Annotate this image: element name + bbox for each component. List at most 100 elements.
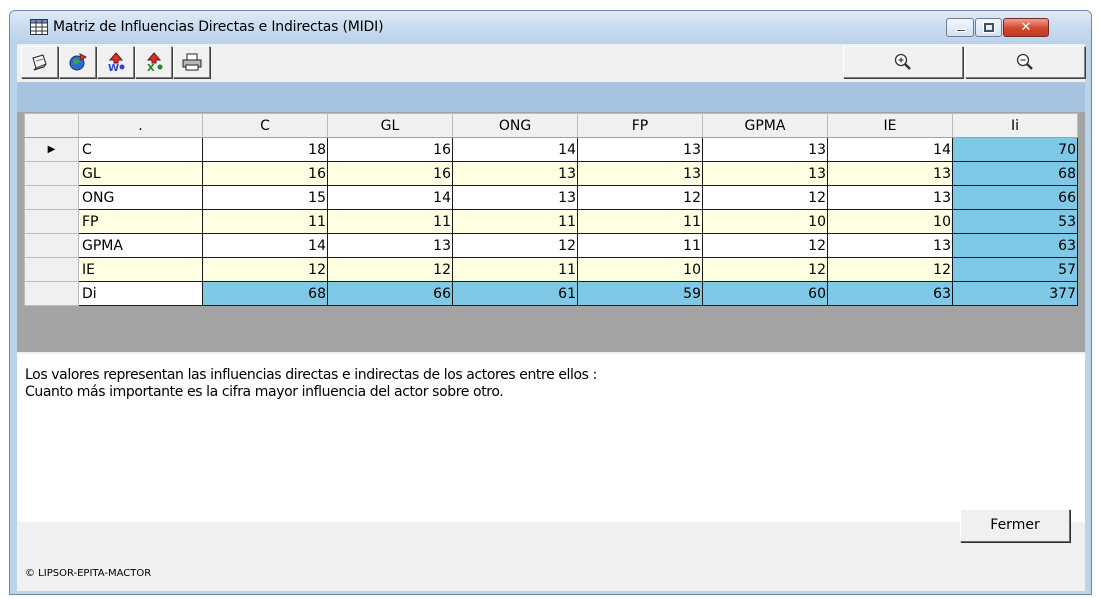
midi-window: Matriz de Influencias Directas e Indirec… [9, 10, 1092, 595]
matrix-value-cell[interactable]: 16 [327, 161, 453, 186]
matrix-value-cell[interactable]: 13 [702, 161, 828, 186]
matrix-value-cell[interactable]: 12 [452, 233, 578, 258]
matrix-value-cell[interactable]: 10 [827, 209, 953, 234]
matrix-value-cell[interactable]: 14 [827, 137, 953, 162]
matrix-value-cell[interactable]: 14 [202, 233, 328, 258]
matrix-value-cell[interactable]: 18 [202, 137, 328, 162]
matrix-value-cell[interactable]: 12 [577, 185, 703, 210]
totals-row[interactable]: Di 68 66 61 59 60 63 377 [24, 281, 1078, 306]
row-selector[interactable] [24, 209, 79, 234]
zoom-in-button[interactable] [843, 46, 963, 78]
zoom-out-button[interactable] [965, 46, 1085, 78]
column-header-ii[interactable]: Ii [952, 113, 1078, 138]
matrix-value-cell[interactable]: 12 [702, 257, 828, 282]
row-selector[interactable]: ▶ [24, 137, 79, 162]
print-icon [182, 53, 201, 71]
matrix-value-cell[interactable]: 13 [577, 161, 703, 186]
ii-total-cell[interactable]: 66 [952, 185, 1078, 210]
row-selector[interactable] [24, 233, 79, 258]
matrix-value-cell[interactable]: 15 [202, 185, 328, 210]
minimize-button[interactable] [946, 18, 974, 37]
column-header-ong[interactable]: ONG [452, 113, 578, 138]
table-row[interactable]: ▶ C 18 16 14 13 13 14 70 [24, 137, 1078, 162]
row-actor-name[interactable]: IE [78, 257, 203, 282]
di-total-cell[interactable]: 63 [827, 281, 953, 306]
di-total-cell[interactable]: 60 [702, 281, 828, 306]
row-actor-name[interactable]: FP [78, 209, 203, 234]
matrix-value-cell[interactable]: 11 [452, 209, 578, 234]
table-row[interactable]: IE 12 12 11 10 12 12 57 [24, 257, 1078, 282]
table-row[interactable]: FP 11 11 11 11 10 10 53 [24, 209, 1078, 234]
row-selector[interactable] [24, 185, 79, 210]
row-actor-name[interactable]: GPMA [78, 233, 203, 258]
matrix-value-cell[interactable]: 13 [327, 233, 453, 258]
description-line-1: Los valores representan las influencias … [25, 367, 597, 383]
matrix-value-cell[interactable]: 16 [202, 161, 328, 186]
row-actor-name[interactable]: Di [78, 281, 203, 306]
ii-total-cell[interactable]: 68 [952, 161, 1078, 186]
column-header-c[interactable]: C [202, 113, 328, 138]
column-header-ie[interactable]: IE [827, 113, 953, 138]
rank-down-button[interactable]: X [135, 46, 172, 78]
matrix-value-cell[interactable]: 14 [327, 185, 453, 210]
copy-icon [31, 54, 47, 71]
ii-total-cell[interactable]: 70 [952, 137, 1078, 162]
row-actor-name[interactable]: C [78, 137, 203, 162]
column-header-gpma[interactable]: GPMA [702, 113, 828, 138]
matrix-value-cell[interactable]: 11 [577, 233, 703, 258]
export-button[interactable] [59, 46, 96, 78]
midi-matrix-table[interactable]: . C GL ONG FP GPMA IE Ii ▶ C 18 16 14 13 13 14 7… [24, 113, 1078, 306]
matrix-value-cell[interactable]: 13 [452, 185, 578, 210]
matrix-value-cell[interactable]: 13 [702, 137, 828, 162]
column-header-actor[interactable]: . [78, 113, 203, 138]
matrix-value-cell[interactable]: 13 [827, 161, 953, 186]
close-window-button[interactable]: ✕ [1003, 18, 1049, 37]
ii-total-cell[interactable]: 63 [952, 233, 1078, 258]
row-actor-name[interactable]: ONG [78, 185, 203, 210]
grand-total-cell[interactable]: 377 [952, 281, 1078, 306]
matrix-value-cell[interactable]: 12 [327, 257, 453, 282]
description-line-2: Cuanto más importante es la cifra mayor … [25, 384, 504, 400]
matrix-value-cell[interactable]: 11 [452, 257, 578, 282]
copy-button[interactable] [21, 46, 58, 78]
row-selector[interactable] [24, 281, 79, 306]
ii-total-cell[interactable]: 57 [952, 257, 1078, 282]
row-actor-name[interactable]: GL [78, 161, 203, 186]
title-bar[interactable]: Matriz de Influencias Directas e Indirec… [10, 11, 1091, 44]
di-total-cell[interactable]: 68 [202, 281, 328, 306]
matrix-value-cell[interactable]: 13 [827, 185, 953, 210]
zoom-out-icon [1016, 53, 1033, 70]
matrix-value-cell[interactable]: 14 [452, 137, 578, 162]
table-row[interactable]: GL 16 16 13 13 13 13 68 [24, 161, 1078, 186]
fermer-button[interactable]: Fermer [960, 509, 1070, 542]
column-header-fp[interactable]: FP [577, 113, 703, 138]
matrix-value-cell[interactable]: 10 [702, 209, 828, 234]
matrix-value-cell[interactable]: 12 [702, 185, 828, 210]
di-total-cell[interactable]: 66 [327, 281, 453, 306]
column-header-gl[interactable]: GL [327, 113, 453, 138]
matrix-value-cell[interactable]: 11 [327, 209, 453, 234]
matrix-value-cell[interactable]: 13 [827, 233, 953, 258]
matrix-value-cell[interactable]: 11 [577, 209, 703, 234]
matrix-value-cell[interactable]: 16 [327, 137, 453, 162]
print-button[interactable] [173, 46, 210, 78]
row-selector[interactable] [24, 161, 79, 186]
rank-up-button[interactable]: W [97, 46, 134, 78]
matrix-value-cell[interactable]: 12 [827, 257, 953, 282]
row-selector[interactable] [24, 257, 79, 282]
di-total-cell[interactable]: 59 [577, 281, 703, 306]
matrix-grid-area[interactable]: . C GL ONG FP GPMA IE Ii ▶ C 18 16 14 13 13 14 7… [17, 82, 1085, 352]
matrix-value-cell[interactable]: 10 [577, 257, 703, 282]
table-row[interactable]: ONG 15 14 13 12 12 13 66 [24, 185, 1078, 210]
di-total-cell[interactable]: 61 [452, 281, 578, 306]
ii-total-cell[interactable]: 53 [952, 209, 1078, 234]
matrix-value-cell[interactable]: 11 [202, 209, 328, 234]
table-row[interactable]: GPMA 14 13 12 11 12 13 63 [24, 233, 1078, 258]
footer: © LIPSOR-EPITA-MACTOR Fermer [17, 509, 1085, 591]
matrix-value-cell[interactable]: 13 [452, 161, 578, 186]
copyright-label: © LIPSOR-EPITA-MACTOR [25, 568, 152, 579]
matrix-value-cell[interactable]: 12 [202, 257, 328, 282]
maximize-button[interactable] [975, 18, 1002, 37]
matrix-value-cell[interactable]: 12 [702, 233, 828, 258]
matrix-value-cell[interactable]: 13 [577, 137, 703, 162]
